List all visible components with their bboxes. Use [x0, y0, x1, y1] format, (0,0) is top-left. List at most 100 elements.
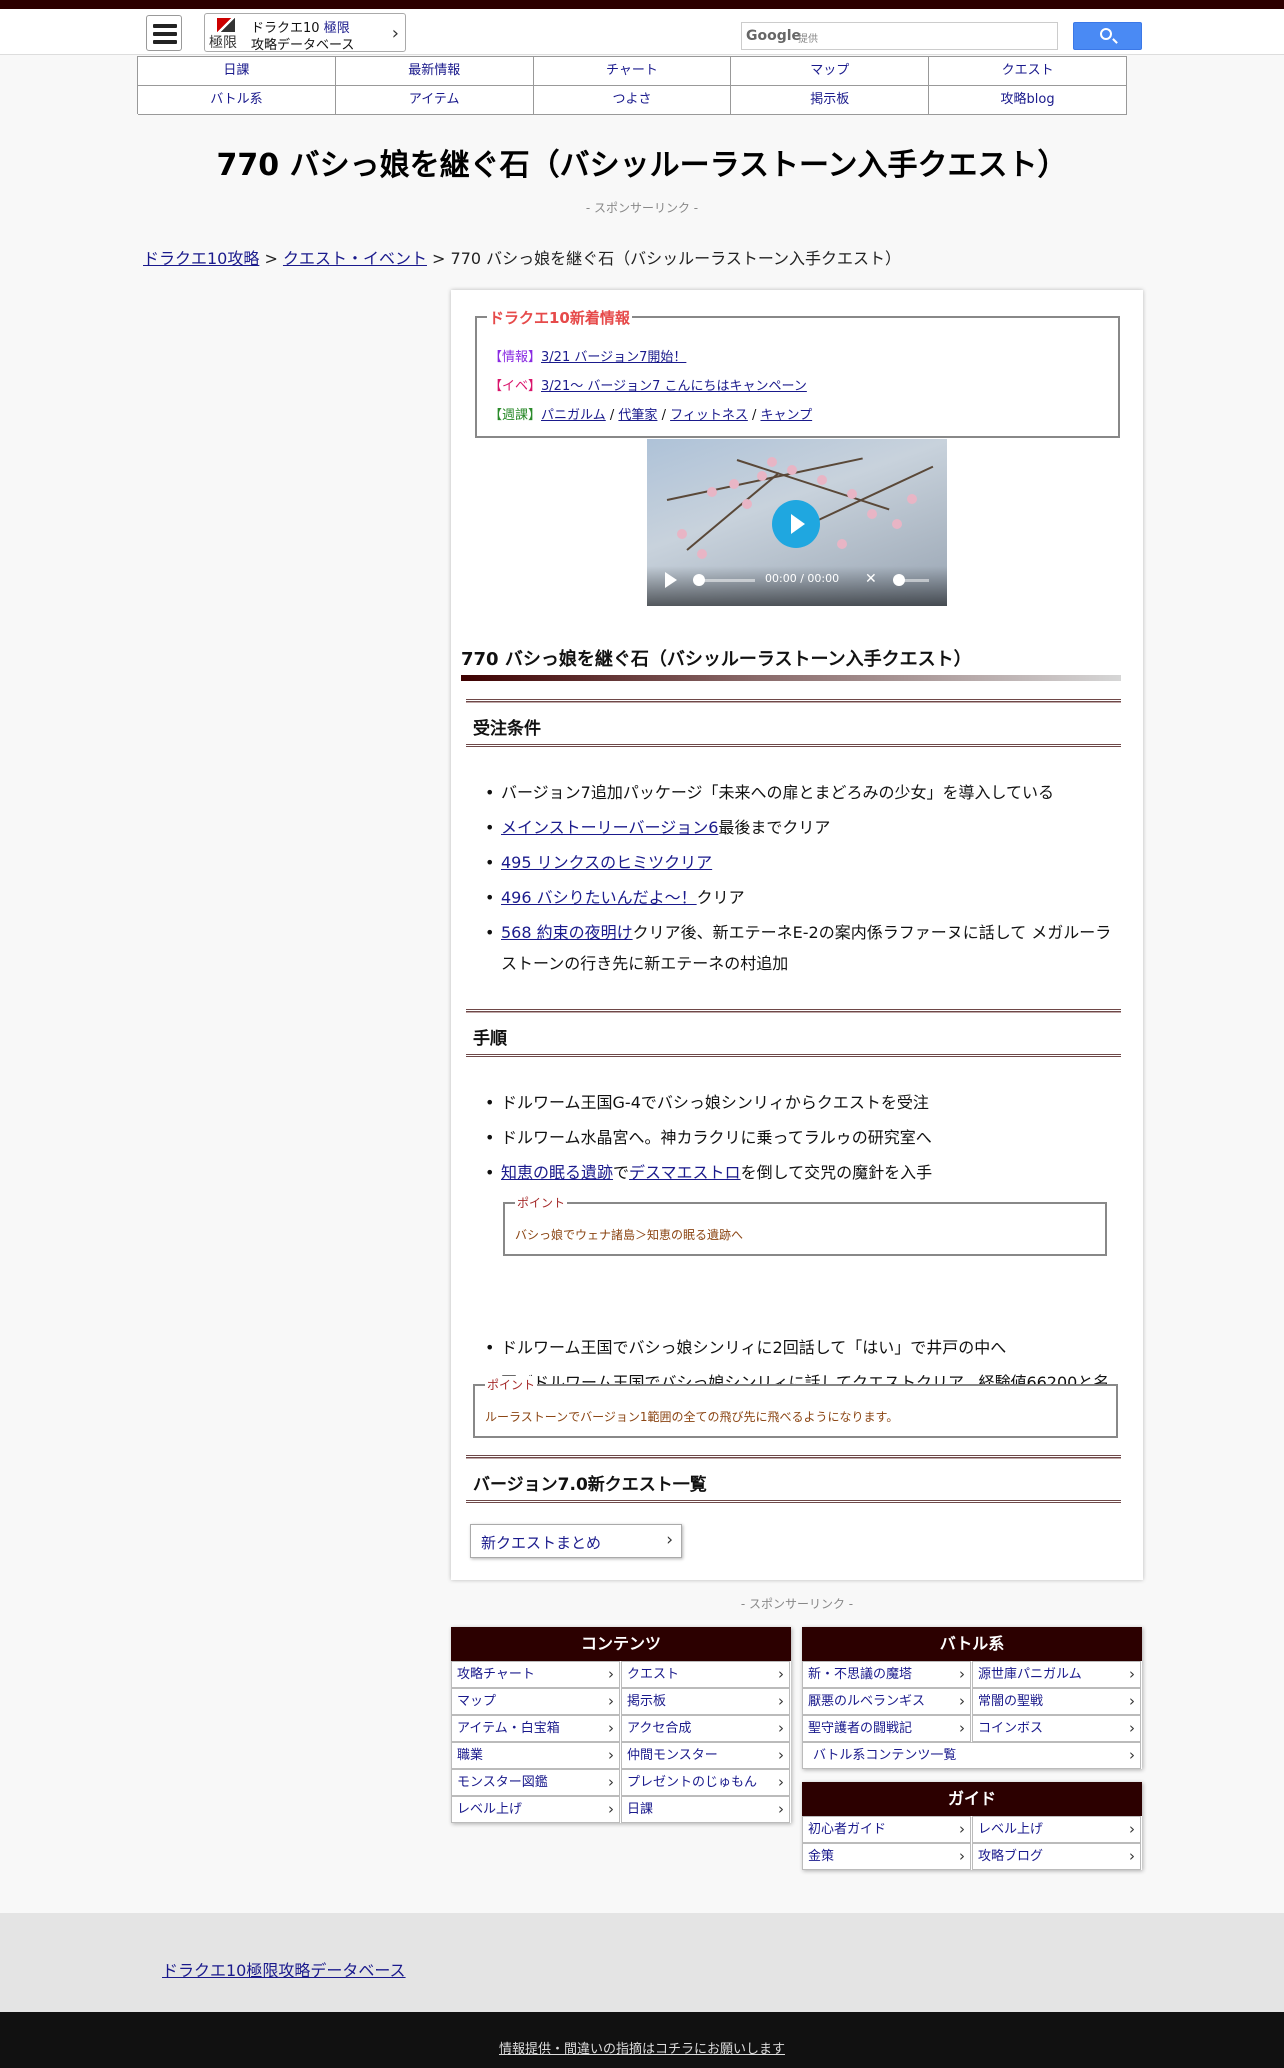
- list-item: メインストーリーバージョン6最後までクリア: [485, 812, 1121, 843]
- news-link-weekly[interactable]: パニガルム: [541, 408, 606, 423]
- nav-item-strength[interactable]: つよさ: [533, 86, 732, 115]
- nav-item-item[interactable]: アイテム: [335, 86, 534, 115]
- breadcrumb-home-link[interactable]: ドラクエ10攻略: [143, 249, 259, 268]
- list-item: 495 リンクスのヒミツクリア: [485, 847, 1121, 878]
- link-boss[interactable]: デスマエストロ: [629, 1163, 741, 1182]
- section-title-underline: [461, 675, 1121, 681]
- battle-menu-title: バトル系: [802, 1627, 1142, 1661]
- menu-item[interactable]: 仲間モンスター ›: [621, 1742, 790, 1769]
- guide-menu: ガイド 初心者ガイド › レベル上げ › 金策 › 攻略ブログ ›: [802, 1782, 1142, 1870]
- chevron-right-icon: ›: [608, 1773, 614, 1791]
- menu-item[interactable]: 攻略チャート ›: [451, 1661, 620, 1688]
- play-overlay-icon[interactable]: [772, 500, 820, 548]
- chevron-right-icon: ›: [391, 23, 399, 44]
- news-tag-weekly: 【週課】: [489, 408, 542, 423]
- breadcrumb-current: 770 バシっ娘を継ぐ石（バシッルーラストーン入手クエスト）: [450, 249, 902, 268]
- menu-item[interactable]: 掲示板 ›: [621, 1688, 790, 1715]
- list-item: ドルワーム王国G-4でバシっ娘シンリィからクエストを受注: [485, 1087, 1121, 1118]
- site-logo-link[interactable]: 極限 ドラクエ10 極限 攻略データベース ›: [204, 13, 406, 53]
- news-link-weekly[interactable]: フィットネス: [670, 408, 748, 423]
- menu-item[interactable]: マップ ›: [451, 1688, 620, 1715]
- list-item: バージョン7追加パッケージ「未来への扉とまどろみの少女」を導入している: [485, 777, 1121, 808]
- chevron-right-icon: ›: [1129, 1847, 1135, 1865]
- volume-handle[interactable]: [893, 574, 905, 586]
- menu-item[interactable]: アイテム・白宝箱 ›: [451, 1715, 620, 1742]
- link-dungeon[interactable]: 知恵の眠る遺跡: [501, 1163, 613, 1182]
- global-nav: 日課 最新情報 チャート マップ クエスト バトル系 アイテム つよさ 掲示板 …: [137, 56, 1127, 115]
- link-quest-568[interactable]: 568 約束の夜明け: [501, 923, 633, 942]
- footer-contact: 情報提供・間違いの指摘はコチラにお願いします: [0, 2012, 1284, 2068]
- progress-handle[interactable]: [693, 574, 705, 586]
- news-legend: ドラクエ10新着情報: [487, 307, 632, 328]
- main-content: ドラクエ10新着情報 【情報】3/21 バージョン7開始！ 【イベ】3/21～ …: [451, 290, 1143, 1580]
- menu-item[interactable]: レベル上げ ›: [972, 1816, 1141, 1843]
- menu-item[interactable]: 厭悪のルベランギス ›: [802, 1688, 971, 1715]
- nav-item-quest[interactable]: クエスト: [929, 57, 1127, 86]
- menu-item[interactable]: 源世庫パニガルム ›: [972, 1661, 1141, 1688]
- chevron-right-icon: ›: [1129, 1820, 1135, 1838]
- menu-item[interactable]: 新・不思議の魔塔 ›: [802, 1661, 971, 1688]
- sponsor-label: - スポンサーリンク -: [585, 201, 699, 215]
- list-item: 568 約束の夜明けクリア後、新エテーネE-2の案内係ラファーヌに話して メガル…: [485, 917, 1121, 979]
- chevron-right-icon: ›: [778, 1665, 784, 1683]
- menu-item[interactable]: 攻略ブログ ›: [972, 1843, 1141, 1870]
- menu-item[interactable]: 金策 ›: [802, 1843, 971, 1870]
- nav-item-daily[interactable]: 日課: [138, 57, 336, 86]
- menu-item[interactable]: モンスター図鑑 ›: [451, 1769, 620, 1796]
- link-quest-496[interactable]: 496 バシりたいんだよ～！: [501, 888, 697, 907]
- link-main-story-v6[interactable]: メインストーリーバージョン6: [501, 818, 718, 837]
- nav-item-map[interactable]: マップ: [731, 57, 930, 86]
- chevron-right-icon: ›: [1129, 1692, 1135, 1710]
- chevron-right-icon: ›: [778, 1692, 784, 1710]
- chevron-right-icon: ›: [1129, 1665, 1135, 1683]
- search-button[interactable]: [1073, 22, 1142, 50]
- point-box: ポイント バシっ娘でウェナ諸島＞知恵の眠る遺跡へ: [503, 1194, 1107, 1256]
- chevron-right-icon: ›: [778, 1719, 784, 1737]
- point-label: ポイント: [485, 1376, 538, 1393]
- menu-item[interactable]: レベル上げ ›: [451, 1796, 620, 1823]
- menu-item[interactable]: コインボス ›: [972, 1715, 1141, 1742]
- nav-item-news[interactable]: 最新情報: [335, 57, 534, 86]
- footer-site-link[interactable]: ドラクエ10極限攻略データベース: [162, 1957, 406, 1981]
- mute-icon[interactable]: ✕: [865, 571, 877, 587]
- news-row-info: 【情報】3/21 バージョン7開始！: [489, 346, 686, 365]
- menu-item[interactable]: 日課 ›: [621, 1796, 790, 1823]
- chevron-right-icon: ›: [1129, 1719, 1135, 1737]
- footer-site: ドラクエ10極限攻略データベース: [0, 1913, 1284, 2012]
- news-link-event[interactable]: 3/21～ バージョン7 こんにちはキャンペーン: [541, 379, 807, 394]
- menu-button[interactable]: [146, 15, 182, 51]
- menu-item[interactable]: 常闇の聖戦 ›: [972, 1688, 1141, 1715]
- contents-menu: コンテンツ 攻略チャート › クエスト › マップ › 掲示板 › アイテム・白宝箱 › …: [451, 1627, 791, 1823]
- link-quest-495[interactable]: 495 リンクスのヒミツクリア: [501, 853, 712, 872]
- nav-item-chart[interactable]: チャート: [533, 57, 732, 86]
- search-input[interactable]: Google 提供: [741, 22, 1058, 50]
- chevron-right-icon: ›: [959, 1820, 965, 1838]
- news-link-info[interactable]: 3/21 バージョン7開始！: [541, 350, 686, 365]
- news-row-event: 【イベ】3/21～ バージョン7 こんにちはキャンペーン: [489, 375, 807, 394]
- menu-item[interactable]: アクセ合成 ›: [621, 1715, 790, 1742]
- chevron-right-icon: ›: [608, 1719, 614, 1737]
- video-player[interactable]: 00:00 / 00:00 ✕: [647, 439, 947, 606]
- header-bar: 極限 ドラクエ10 極限 攻略データベース › Google 提供: [0, 9, 1284, 55]
- news-link-weekly[interactable]: 代筆家: [618, 408, 657, 423]
- menu-item[interactable]: バトル系コンテンツ一覧 ›: [802, 1742, 1141, 1769]
- guide-menu-title: ガイド: [802, 1782, 1142, 1816]
- news-link-weekly[interactable]: キャンプ: [761, 408, 813, 423]
- chevron-right-icon: ›: [1129, 1746, 1135, 1764]
- chevron-right-icon: ›: [959, 1719, 965, 1737]
- nav-item-battle[interactable]: バトル系: [138, 86, 336, 115]
- play-icon[interactable]: [665, 572, 677, 588]
- list-item: 知恵の眠る遺跡でデスマエストロを倒して交咒の魔針を入手: [485, 1157, 1121, 1188]
- hamburger-icon-line: [153, 40, 177, 44]
- menu-item[interactable]: 初心者ガイド ›: [802, 1816, 971, 1843]
- menu-item[interactable]: クエスト ›: [621, 1661, 790, 1688]
- breadcrumb-category-link[interactable]: クエスト・イベント: [283, 249, 427, 268]
- menu-item[interactable]: 職業 ›: [451, 1742, 620, 1769]
- menu-item[interactable]: プレゼントのじゅもん ›: [621, 1769, 790, 1796]
- list-item: ドルワーム水晶宮へ。神カラクリに乗ってラルゥの研究室へ: [485, 1122, 1121, 1153]
- footer-contact-link[interactable]: 情報提供・間違いの指摘はコチラにお願いします: [0, 2038, 1284, 2057]
- new-quests-button[interactable]: 新クエストまとめ ›: [470, 1524, 682, 1558]
- menu-item[interactable]: 聖守護者の闘戦記 ›: [802, 1715, 971, 1742]
- nav-item-blog[interactable]: 攻略blog: [929, 86, 1127, 115]
- nav-item-board[interactable]: 掲示板: [731, 86, 930, 115]
